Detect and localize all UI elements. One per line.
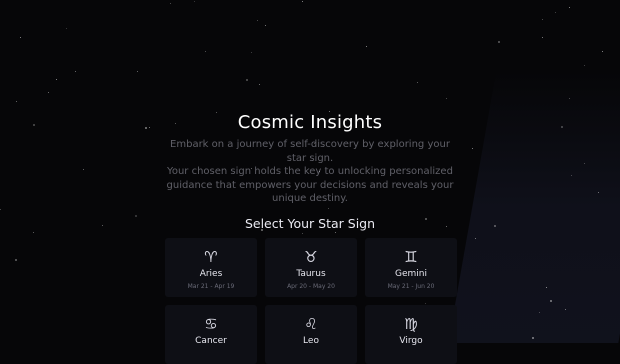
sign-name: Taurus	[296, 269, 326, 279]
section-title: Select Your Star Sign	[244, 215, 376, 231]
star-dot	[33, 124, 35, 126]
star-dot	[565, 309, 566, 310]
sign-name: Leo	[303, 336, 319, 346]
sign-card-taurus[interactable]: ♉︎ Taurus Apr 20 - May 20	[265, 238, 357, 297]
star-dot	[494, 225, 496, 227]
sign-name: Cancer	[195, 336, 227, 346]
star-dot	[475, 238, 476, 239]
star-dot	[135, 215, 137, 217]
star-dot	[602, 51, 603, 52]
gemini-icon: ♊︎	[404, 248, 418, 266]
sign-card-virgo[interactable]: ♍︎ Virgo	[365, 305, 457, 364]
taurus-icon: ♉︎	[304, 248, 318, 266]
sign-card-cancer[interactable]: ♋︎ Cancer	[165, 305, 257, 364]
star-dot	[561, 126, 563, 128]
star-dot	[194, 1, 195, 2]
star-dot	[145, 127, 147, 129]
star-dot	[265, 25, 266, 26]
star-dot	[83, 169, 84, 170]
sign-card-leo[interactable]: ♌︎ Leo	[265, 305, 357, 364]
star-dot	[15, 259, 17, 261]
star-dot	[33, 232, 34, 233]
star-dot	[302, 233, 303, 234]
star-dot	[205, 51, 206, 52]
zodiac-grid: ♈︎ Aries Mar 21 - Apr 19 ♉︎ Taurus Apr 2…	[165, 238, 457, 364]
sign-dates: Apr 20 - May 20	[287, 283, 335, 290]
star-dot	[56, 79, 57, 80]
intro-text: Embark on a journey of self-discovery by…	[160, 138, 460, 206]
star-dot	[170, 3, 171, 4]
star-dot	[257, 20, 258, 21]
intro-line-2: Your chosen sign holds the key to unlock…	[166, 166, 454, 204]
star-dot	[542, 19, 543, 20]
cancer-icon: ♋︎	[204, 315, 218, 333]
sign-name: Virgo	[399, 336, 423, 346]
virgo-icon: ♍︎	[404, 315, 418, 333]
sign-dates: May 21 - Jun 20	[387, 283, 435, 290]
star-dot	[584, 65, 585, 66]
star-dot	[446, 98, 447, 99]
star-dot	[0, 209, 1, 210]
star-dot	[66, 28, 67, 29]
star-dot	[149, 127, 150, 128]
star-dot	[532, 337, 534, 339]
star-dot	[498, 41, 500, 43]
star-dot	[366, 46, 367, 47]
star-dot	[472, 148, 473, 149]
intro-line-1: Embark on a journey of self-discovery by…	[170, 139, 450, 164]
star-dot	[584, 163, 585, 164]
sign-dates: Mar 21 - Apr 19	[187, 283, 235, 290]
star-dot	[550, 300, 552, 302]
star-dot	[102, 225, 103, 226]
star-dot	[246, 79, 248, 81]
star-dot	[48, 92, 49, 93]
star-dot	[20, 37, 21, 38]
star-dot	[555, 12, 556, 13]
sign-name: Gemini	[395, 269, 427, 279]
star-dot	[542, 37, 543, 38]
aries-icon: ♈︎	[204, 248, 218, 266]
star-dot	[16, 101, 17, 102]
star-dot	[259, 84, 260, 85]
star-dot	[75, 71, 76, 72]
star-dot	[251, 52, 252, 53]
star-dot	[571, 175, 572, 176]
page-title: Cosmic Insights	[237, 112, 383, 133]
star-dot	[417, 82, 418, 83]
star-dot	[546, 287, 547, 288]
star-dot	[137, 71, 138, 72]
sign-card-gemini[interactable]: ♊︎ Gemini May 21 - Jun 20	[365, 238, 457, 297]
sign-card-aries[interactable]: ♈︎ Aries Mar 21 - Apr 19	[165, 238, 257, 297]
star-dot	[569, 98, 570, 99]
leo-icon: ♌︎	[304, 315, 318, 333]
star-dot	[335, 232, 336, 233]
nebula-glow	[443, 70, 620, 343]
star-dot	[569, 7, 570, 8]
star-dot	[539, 312, 540, 313]
sign-name: Aries	[199, 269, 223, 279]
hero-section: Cosmic Insights Embark on a journey of s…	[160, 112, 460, 232]
star-dot	[598, 192, 599, 193]
star-dot	[302, 1, 303, 2]
